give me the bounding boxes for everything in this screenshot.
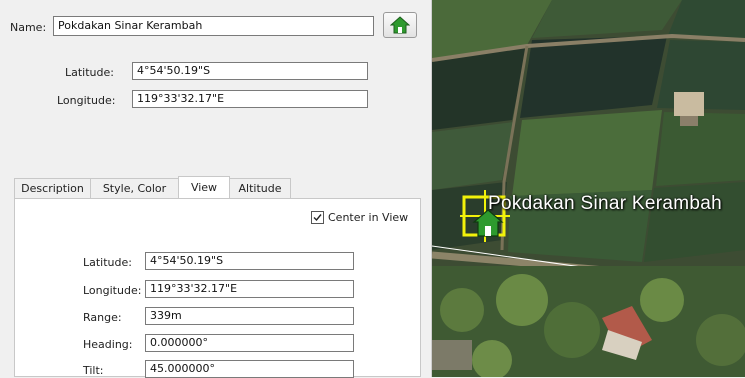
heading-label: Heading: — [83, 338, 133, 351]
center-in-view-checkbox[interactable] — [311, 211, 324, 224]
view-longitude-label: Longitude: — [83, 284, 142, 297]
view-latitude-field[interactable]: 4°54'50.19"S — [145, 252, 354, 270]
tab-description[interactable]: Description — [14, 178, 91, 198]
center-in-view-label: Center in View — [328, 211, 409, 224]
tilt-field[interactable]: 45.000000° — [145, 360, 354, 378]
house-icon — [390, 16, 410, 34]
name-label: Name: — [10, 21, 47, 34]
view-latitude-label: Latitude: — [83, 256, 132, 269]
icon-picker-button[interactable] — [383, 12, 417, 38]
view-longitude-field[interactable]: 119°33'32.17"E — [145, 280, 354, 298]
range-label: Range: — [83, 311, 122, 324]
placemark-label: Pokdakan Sinar Kerambah — [488, 193, 722, 214]
range-field[interactable]: 339m — [145, 307, 354, 325]
heading-field[interactable]: 0.000000° — [145, 334, 354, 352]
tab-style-color[interactable]: Style, Color — [90, 178, 179, 198]
latitude-label: Latitude: — [65, 66, 114, 79]
latitude-field[interactable]: 4°54'50.19"S — [132, 62, 368, 80]
satellite-imagery — [432, 0, 745, 377]
tilt-label: Tilt: — [83, 364, 104, 377]
longitude-label: Longitude: — [57, 94, 116, 107]
tab-altitude[interactable]: Altitude — [229, 178, 291, 198]
longitude-field[interactable]: 119°33'32.17"E — [132, 90, 368, 108]
checkmark-icon — [313, 214, 322, 222]
satellite-map-view[interactable] — [432, 0, 745, 377]
tab-view[interactable]: View — [178, 176, 230, 198]
placemark-dialog: Name: Pokdakan Sinar Kerambah Latitude: … — [0, 0, 432, 378]
name-field[interactable]: Pokdakan Sinar Kerambah — [53, 16, 374, 36]
